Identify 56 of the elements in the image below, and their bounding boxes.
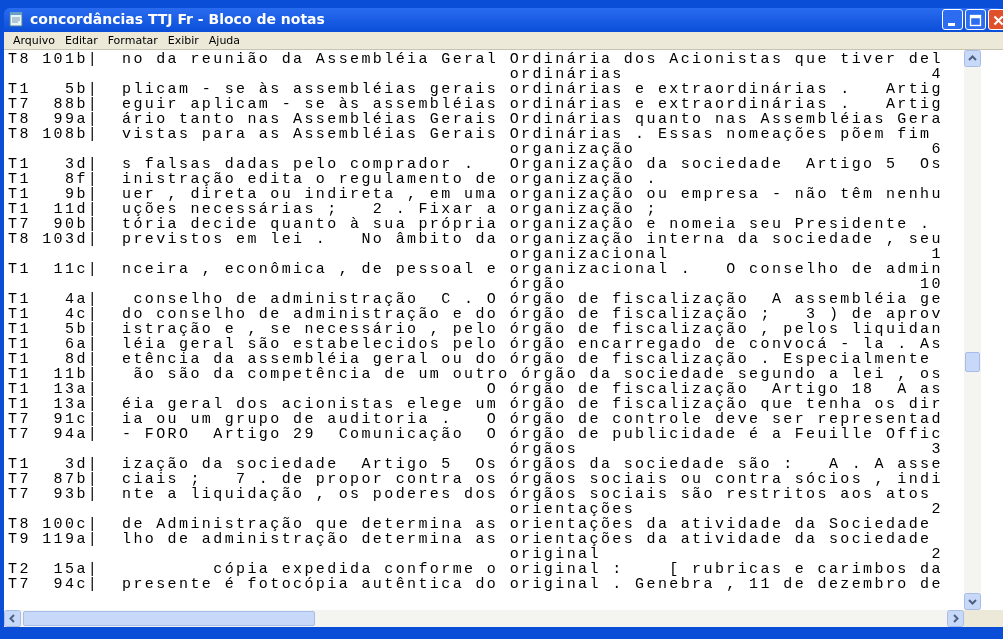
text-line: T1 4a| conselho de administração C . O órgão de fiscalização A assembléia ge [8,292,944,307]
text-line: órgão 10 [508,277,944,292]
vertical-scrollbar[interactable] [964,50,981,610]
text-line: T7 94c| presente é fotocópia autêntica do original . Genebra , 11 de dezembro de [8,577,944,592]
scroll-up-button[interactable] [964,50,981,67]
text-line: T7 94a| - FORO Artigo 29 Comunicação O órgão de publicidade é a Feuille Offic [8,427,944,442]
maximize-button[interactable] [965,8,986,30]
menu-item[interactable]: Editar [60,34,103,47]
scroll-left-button[interactable] [4,610,21,627]
text-line: T7 87b| ciais ; 7 . de propor contra os órgãos sociais ou contra sócios , indi [8,472,944,487]
scrollbar-corner [964,610,1003,627]
minimize-button[interactable] [942,8,963,30]
menu-item[interactable]: Arquivo [8,34,61,47]
text-line: T1 6a| léia geral são estabelecidos pelo órgão encarregado de convocá - la . As [8,337,944,352]
text-line: T8 99a| ário tanto nas Assembléias Gerais Ordinárias quanto nas Assembléias Gera [8,112,944,127]
scroll-down-button[interactable] [964,593,981,610]
text-line: T1 8d| etência da assembléia geral ou do órgão de fiscalização . Especialmente [8,352,933,367]
text-line: T1 13a| éia geral dos acionistas elege um órgão de fiscalização que tenha os dir [8,397,944,412]
text-line: T7 93b| nte a liquidação , os poderes dos órgãos sociais são restritos aos atos [8,487,933,502]
text-line: ordinárias 4 [508,67,944,82]
text-line: orientações 2 [508,502,944,517]
text-line: T8 103d| previstos em lei . No âmbito da organização interna da sociedade , seu [8,232,944,247]
text-line: T7 90b| tória decide quanto à sua própria organização e nomeia seu Presidente . [8,217,933,232]
menu-item[interactable]: Exibir [162,34,204,47]
text-line: T1 3d| s falsas dadas pelo comprador . Organização da sociedade Artigo 5 Os [8,157,944,172]
text-line: T1 8f| inistração edita o regulamento de organização . [8,172,659,187]
text-line: organização 6 [508,142,944,157]
text-line: T1 5b| istração e , se necessário , pelo órgão de fiscalização , pelos liquidan [8,322,944,337]
text-line: T1 13a| O órgão de fiscalização Artigo 18 A as [8,382,944,397]
text-line: T2 15a| cópia expedida conforme o original : [ rubricas e carimbos da [8,562,944,577]
text-line: T1 11c| nceira , econômica , de pessoal e organizacional . O conselho de admin [8,262,944,277]
scroll-thumb[interactable] [965,352,980,372]
scroll-right-button[interactable] [947,610,964,627]
text-line: T8 100c| de Administração que determina as orientações da atividade da Sociedade [8,517,933,532]
text-line: T8 108b| vistas para as Assembléias Gerais Ordinárias . Essas nomeações põem fim [8,127,933,142]
text-line: T1 11b| ão são da competência de um outro órgão da sociedade segundo a lei , os [8,367,944,382]
text-line: T1 5b| plicam - se às assembléias gerais ordinárias e extraordinárias . Artig [8,82,944,97]
notepad-icon [8,11,24,27]
text-line: T1 3d| ização da sociedade Artigo 5 Os órgãos da sociedade são : A . A asse [8,457,944,472]
close-button[interactable] [988,8,1003,30]
scroll-thumb[interactable] [23,611,315,626]
text-line: original 2 [508,547,944,562]
horizontal-scrollbar[interactable] [4,610,1003,627]
minimize-icon [948,22,955,26]
menu-item[interactable]: Ajuda [203,34,246,47]
text-line: T7 91c| ia ou um grupo de auditoria . O órgão de controle deve ser representad [8,412,944,427]
text-line: T8 101b| no da reunião da Assembléia Geral Ordinária dos Acionistas que tiver del [8,52,944,67]
window-title: concordâncias TTJ Fr - Bloco de notas [30,11,326,27]
text-line: T7 88b| eguir aplicam - se às assembléias ordinárias e extraordinárias . Artig [8,97,944,112]
text-line: T9 119a| lho de administração determina as orientações da atividade da sociedade [8,532,933,547]
menu-item[interactable]: Formatar [102,34,163,47]
text-line: organizacional 1 [508,247,944,262]
text-line: órgãos 3 [508,442,944,457]
text-line: T1 9b| uer , direta ou indireta , em uma organização ou empresa - não têm nenhu [8,187,944,202]
text-line: T1 11d| uções necessárias ; 2 . Fixar a organização ; [8,202,659,217]
text-line: T1 4c| do conselho de administração e do órgão de fiscalização ; 3 ) de aprov [8,307,944,322]
